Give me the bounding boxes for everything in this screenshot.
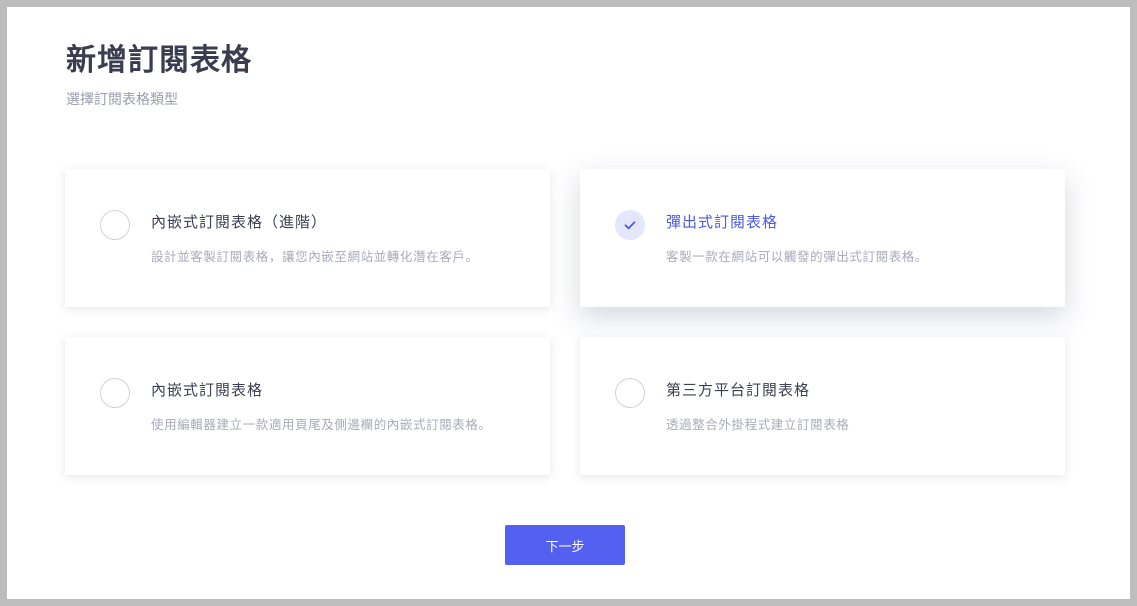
option-title: 第三方平台訂閱表格 — [666, 381, 811, 399]
radio-button-checked[interactable] — [615, 210, 645, 240]
option-card-third-party[interactable]: 第三方平台訂閱表格 透過整合外掛程式建立訂閱表格 — [580, 337, 1065, 475]
option-card-embedded-advanced[interactable]: 內嵌式訂閱表格（進階） 設計並客製訂閱表格，讓您內嵌至網站並轉化潛在客戶。 — [65, 169, 550, 307]
option-card-popup[interactable]: 彈出式訂閱表格 客製一款在網站可以觸發的彈出式訂閱表格。 — [580, 169, 1065, 307]
radio-button-unchecked[interactable] — [100, 210, 130, 240]
option-description: 透過整合外掛程式建立訂閱表格 — [666, 417, 850, 432]
main-panel: 新增訂閱表格 選擇訂閱表格類型 內嵌式訂閱表格（進階） 設計並客製訂閱表格，讓您… — [7, 7, 1130, 599]
option-description: 設計並客製訂閱表格，讓您內嵌至網站並轉化潛在客戶。 — [151, 249, 479, 264]
option-title: 內嵌式訂閱表格 — [151, 381, 264, 399]
option-title: 彈出式訂閱表格 — [666, 213, 779, 231]
check-icon — [624, 221, 636, 230]
option-card-embedded[interactable]: 內嵌式訂閱表格 使用編輯器建立一款適用頁尾及側邊欄的內嵌式訂閱表格。 — [65, 337, 550, 475]
option-description: 使用編輯器建立一款適用頁尾及側邊欄的內嵌式訂閱表格。 — [151, 417, 492, 432]
radio-button-unchecked[interactable] — [100, 378, 130, 408]
page-title: 新增訂閱表格 — [66, 43, 252, 78]
option-description: 客製一款在網站可以觸發的彈出式訂閱表格。 — [666, 249, 929, 264]
page-subtitle: 選擇訂閱表格類型 — [66, 92, 178, 108]
option-title: 內嵌式訂閱表格（進階） — [151, 213, 328, 231]
next-step-button[interactable]: 下一步 — [505, 525, 625, 565]
radio-button-unchecked[interactable] — [615, 378, 645, 408]
